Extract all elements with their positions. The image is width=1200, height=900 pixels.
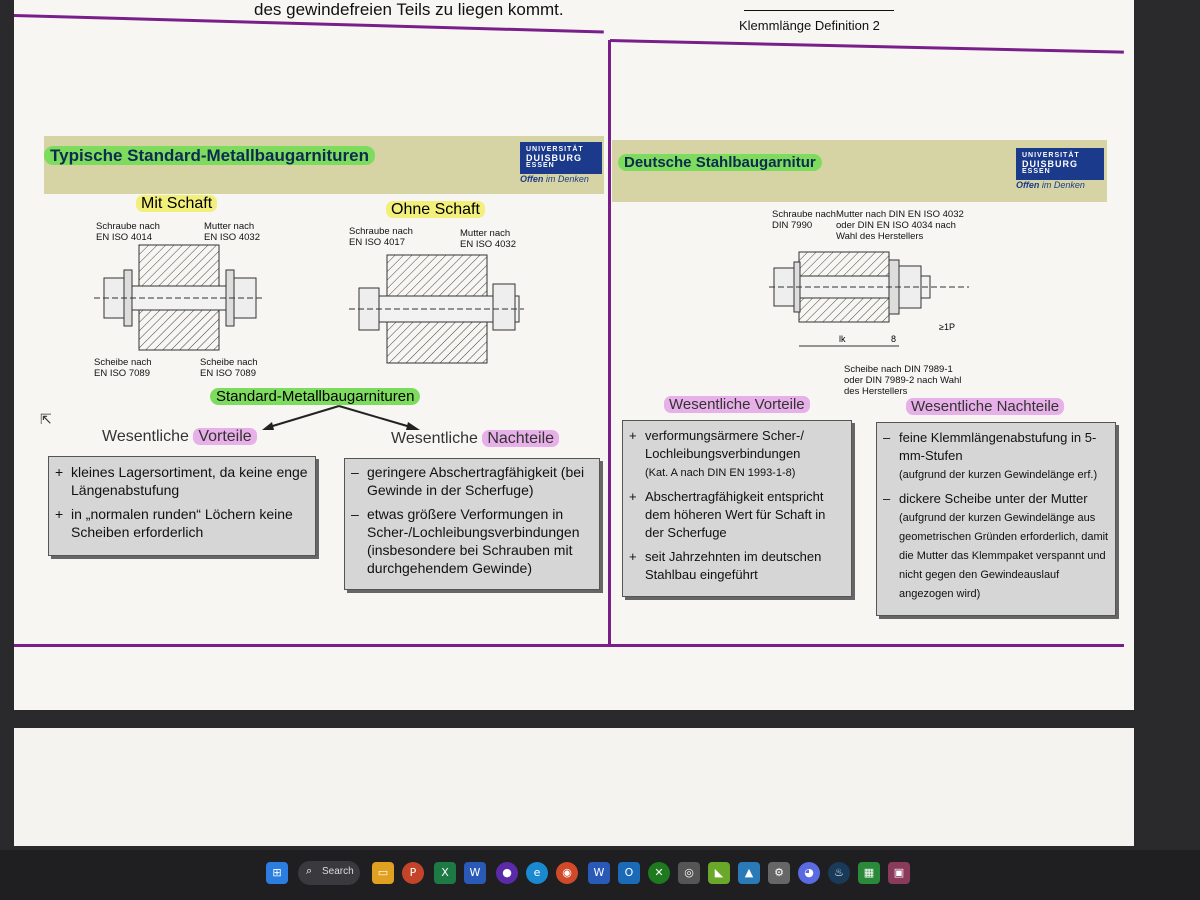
university-logo-left: UNIVERSITÄT DUISBURG ESSEN Offen im Denk… [520,142,602,184]
photos-icon[interactable]: ▲ [738,862,760,884]
din-bolt-drawing: lk 8 ≥1P [769,251,969,347]
next-document-page[interactable] [14,728,1134,846]
outlook-icon[interactable]: O [618,862,640,884]
list-item: + seit Jahrzehnten im deutschen Stahlbau … [629,549,822,582]
excel-icon[interactable]: X [434,862,456,884]
search-box[interactable]: ⌕ Search [298,861,360,885]
windows-taskbar: ⊞ ⌕ Search ▭ P X W ● e ◉ W O ✕ ◎ ◣ ▲ ⚙ ◕… [0,850,1200,900]
left-nachteile-box: – geringere Abschertragfähigkeit (bei Gew… [344,458,600,590]
university-logo-right: UNIVERSITÄT DUISBURG ESSEN Offen im Denk… [1016,148,1104,190]
dim-pitch: ≥1P [939,322,955,332]
word-icon[interactable]: W [464,862,486,884]
dim-lk: lk [839,334,846,344]
label-screw-4017: Schraube nach EN ISO 4017 [349,226,413,248]
left-vorteile-heading: Wesentliche Vorteile [102,428,257,446]
list-item: + Abschertragfähigkeit entspricht dem höh… [629,489,826,540]
bolt-without-shank-drawing [349,254,524,364]
app2-icon[interactable]: ▦ [858,862,880,884]
right-slide-title: Deutsche Stahlbaugarnitur [618,154,822,171]
label-nut-4032-b: Mutter nach EN ISO 4032 [460,228,516,250]
list-item: + kleines Lagersortiment, da keine enge L… [55,464,308,498]
table-border-top-right [609,39,1124,54]
left-slide-title: Typische Standard-Metallbaugarnituren [44,146,375,166]
app-icon[interactable]: ● [496,862,518,884]
steam-icon[interactable]: ♨ [828,862,850,884]
right-nachteile-box: – feine Klemmlängenabstufung in 5-mm-Stuf… [876,422,1116,616]
left-vorteile-box: + kleines Lagersortiment, da keine enge L… [48,456,316,556]
continued-text: des gewindefreien Teils zu liegen kommt. [254,0,564,19]
list-item: + verformungsärmere Scher-/ Lochleibungsv… [629,428,804,479]
label-nut-din: Mutter nach DIN EN ISO 4032 oder DIN EN … [836,209,964,242]
left-nachteile-heading: Wesentliche Nachteile [391,430,560,448]
list-item: – etwas größere Verformungen in Scher-/Lo… [351,506,580,576]
list-item: – feine Klemmlängenabstufung in 5-mm-Stuf… [883,430,1098,481]
list-item: – dickere Scheibe unter der Mutter (aufgru… [883,491,1109,600]
table-border-bottom [14,644,1124,647]
label-washer-din: Scheibe nach DIN 7989-1 oder DIN 7989-2 … [844,364,962,397]
label-washer-left: Scheibe nach EN ISO 7089 [94,357,152,379]
search-label: Search [322,866,354,877]
bolt-with-shank-drawing [94,244,264,351]
dim-8: 8 [891,334,896,344]
label-screw-7990: Schraube nach DIN 7990 [772,209,836,231]
search-icon: ⌕ [306,865,313,877]
table-border-middle [608,40,611,644]
right-vorteile-heading: Wesentliche Vorteile [664,396,810,413]
nvidia-icon[interactable]: ◣ [708,862,730,884]
settings-icon[interactable]: ⚙ [768,862,790,884]
standard-label: Standard-Metallbaugarnituren [210,388,421,405]
app3-icon[interactable]: ▣ [888,862,910,884]
ohne-schaft-heading: Ohne Schaft [386,201,485,219]
right-nachteile-heading: Wesentliche Nachteile [906,398,1065,415]
file-explorer-icon[interactable]: ▭ [372,862,394,884]
camera-icon[interactable]: ◎ [678,862,700,884]
windows-start-icon[interactable]: ⊞ [266,862,288,884]
word2-icon[interactable]: W [588,862,610,884]
list-item: + in „normalen runden“ Löchern keine Sche… [55,506,293,540]
dimension-line [744,10,894,11]
edge-icon[interactable]: e [526,862,548,884]
label-washer-right: Scheibe nach EN ISO 7089 [200,357,258,379]
discord-icon[interactable]: ◕ [798,862,820,884]
list-item: – geringere Abschertragfähigkeit (bei Gew… [351,464,585,498]
chrome-icon[interactable]: ◉ [556,862,578,884]
document-page: des gewindefreien Teils zu liegen kommt.… [13,0,1134,710]
xbox-icon[interactable]: ✕ [648,862,670,884]
right-vorteile-box: + verformungsärmere Scher-/ Lochleibungsv… [622,420,852,597]
clamp-length-label: Klemmlänge Definition 2 [739,18,880,33]
mit-schaft-heading: Mit Schaft [136,195,218,213]
mouse-cursor-icon: ⇱ [40,411,52,427]
powerpoint-icon[interactable]: P [402,862,424,884]
